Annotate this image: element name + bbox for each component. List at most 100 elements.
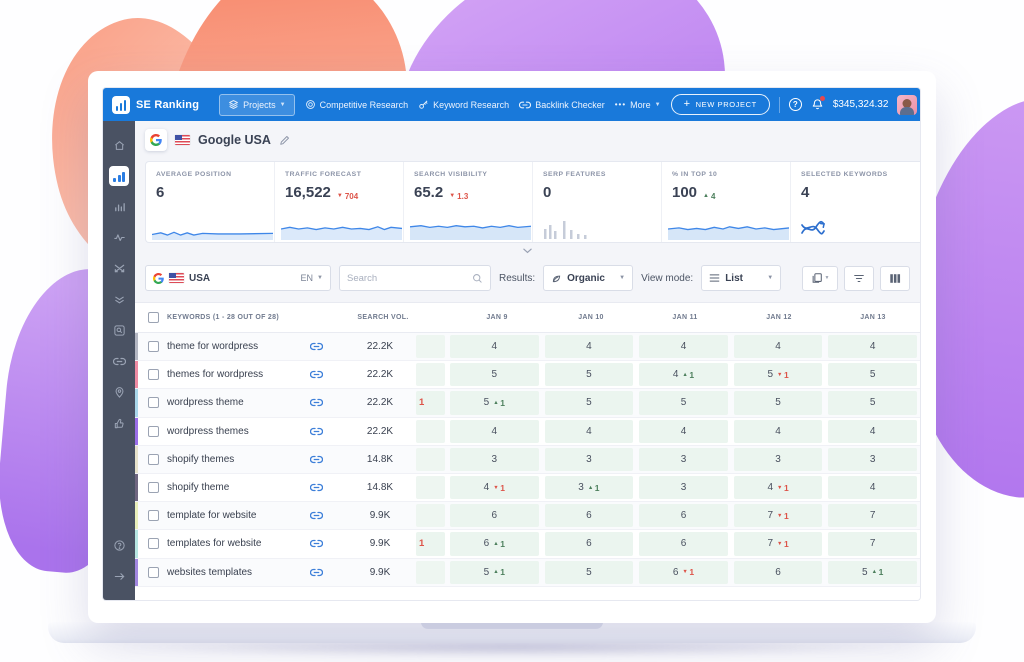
target-url-link-icon[interactable] bbox=[310, 427, 323, 436]
position-cell-truncated bbox=[416, 335, 445, 359]
sidebar-help-icon[interactable] bbox=[111, 538, 127, 554]
sidebar-item-monitoring[interactable] bbox=[111, 230, 127, 246]
table-row: shopify theme 14.8K 4 ▼ 1 3 ▲ 1 3 4 ▼ 1 4 bbox=[135, 473, 920, 503]
brand-name: SE Ranking bbox=[136, 98, 200, 111]
arrow-up-icon: ▲ bbox=[871, 569, 878, 576]
sidebar-item-competitors[interactable] bbox=[111, 261, 127, 277]
position-value: 6 bbox=[680, 538, 687, 550]
row-checkbox[interactable] bbox=[148, 538, 159, 550]
filter-button[interactable] bbox=[844, 265, 874, 291]
row-checkbox[interactable] bbox=[148, 566, 159, 578]
row-checkbox[interactable] bbox=[148, 482, 159, 494]
keyword-text[interactable]: shopify themes bbox=[167, 454, 234, 465]
keyword-text[interactable]: themes for wordpress bbox=[167, 369, 263, 380]
row-checkbox[interactable] bbox=[148, 453, 159, 465]
select-all-checkbox[interactable] bbox=[148, 312, 159, 323]
position-cell: 5 bbox=[733, 391, 823, 415]
target-url-link-icon[interactable] bbox=[310, 370, 323, 379]
position-cell: 4 ▲ 1 bbox=[639, 363, 728, 387]
target-url-link-icon[interactable] bbox=[310, 568, 323, 577]
position-change: ▼ 1 bbox=[777, 510, 789, 521]
search-engine-selector[interactable]: USA EN ▼ bbox=[145, 265, 331, 291]
position-value: 3 bbox=[869, 453, 876, 465]
laptop-notch bbox=[421, 622, 603, 629]
results-type-select[interactable]: Organic ▼ bbox=[543, 265, 634, 291]
edit-pencil-icon[interactable] bbox=[279, 135, 290, 146]
laptop-screen: SE Ranking Projects ▼ Competitive Resear… bbox=[88, 71, 936, 623]
keyword-text[interactable]: wordpress themes bbox=[167, 426, 249, 437]
sidebar-item-analytics[interactable] bbox=[111, 199, 127, 215]
stat-average-position: AVERAGE POSITION 6 bbox=[146, 162, 275, 242]
position-cell: 4 bbox=[733, 419, 823, 443]
sidebar-item-audit[interactable] bbox=[111, 323, 127, 339]
sidebar-item-flow[interactable] bbox=[111, 292, 127, 308]
view-mode-select[interactable]: List ▼ bbox=[701, 265, 782, 291]
columns-button[interactable] bbox=[880, 265, 910, 291]
position-value: 6 bbox=[775, 566, 781, 578]
notifications-bell-icon[interactable] bbox=[811, 96, 825, 111]
keyword-text[interactable]: templates for website bbox=[167, 538, 262, 549]
brand-block[interactable]: SE Ranking bbox=[112, 95, 209, 114]
position-change: ▲ 1 bbox=[682, 369, 695, 380]
row-checkbox[interactable] bbox=[148, 341, 159, 353]
position-cell: 7 ▼ 1 bbox=[733, 504, 823, 528]
position-cell: 5 bbox=[544, 363, 634, 387]
project-header: Google USA bbox=[135, 121, 920, 159]
target-url-link-icon[interactable] bbox=[310, 455, 323, 464]
sidebar-collapse-arrow-icon[interactable] bbox=[111, 569, 127, 585]
help-icon[interactable]: ? bbox=[788, 98, 802, 111]
row-checkbox[interactable] bbox=[148, 425, 159, 437]
target-url-link-icon[interactable] bbox=[310, 539, 323, 548]
keyword-text[interactable]: template for website bbox=[167, 510, 257, 521]
nav-item-competitive-research[interactable]: Competitive Research bbox=[305, 99, 409, 110]
row-checkbox[interactable] bbox=[148, 510, 159, 522]
account-balance[interactable]: $345,324.32 bbox=[833, 99, 889, 110]
stat-value: 16,522 bbox=[285, 184, 331, 201]
arrow-down-icon: ▼ bbox=[777, 512, 783, 519]
keyword-text[interactable]: theme for wordpress bbox=[167, 341, 258, 352]
nav-item-label: More bbox=[630, 99, 651, 110]
search-input[interactable] bbox=[347, 272, 468, 284]
export-copy-button[interactable]: ▼ bbox=[802, 265, 838, 291]
position-cell: 3 bbox=[733, 447, 823, 471]
target-url-link-icon[interactable] bbox=[310, 511, 323, 520]
target-url-link-icon[interactable] bbox=[310, 398, 323, 407]
sidebar-item-locations[interactable] bbox=[111, 385, 127, 401]
position-cell: 3 ▲ 1 bbox=[544, 475, 634, 500]
position-cell: 4 bbox=[544, 335, 634, 359]
row-checkbox[interactable] bbox=[148, 397, 159, 409]
position-value: 6 bbox=[491, 510, 498, 522]
notification-dot bbox=[819, 96, 825, 101]
user-avatar[interactable] bbox=[897, 94, 918, 115]
nav-item-more[interactable]: ••• More ▼ bbox=[615, 100, 661, 110]
target-url-link-icon[interactable] bbox=[310, 342, 323, 351]
row-checkbox[interactable] bbox=[148, 369, 159, 381]
dots-icon: ••• bbox=[614, 100, 627, 109]
new-project-button[interactable]: + NEW PROJECT bbox=[670, 94, 770, 115]
sidebar-item-rankings[interactable] bbox=[109, 166, 129, 186]
sidebar-item-social[interactable] bbox=[111, 416, 127, 432]
app-window: SE Ranking Projects ▼ Competitive Resear… bbox=[103, 88, 920, 600]
keyword-text[interactable]: wordpress theme bbox=[167, 397, 244, 408]
keyword-text[interactable]: websites templates bbox=[167, 567, 252, 578]
target-url-link-icon[interactable] bbox=[310, 483, 323, 492]
nav-item-backlink-checker[interactable]: Backlink Checker bbox=[519, 100, 605, 110]
position-value: 4 bbox=[767, 482, 774, 494]
position-value: 4 bbox=[775, 341, 781, 353]
arrow-up-icon: ▲ bbox=[493, 569, 499, 576]
keyword-text[interactable]: shopify theme bbox=[167, 482, 229, 493]
position-change: ▼ 1 bbox=[493, 482, 505, 493]
position-change: ▲ 1 bbox=[587, 482, 600, 493]
nav-item-label: Competitive Research bbox=[319, 99, 409, 110]
date-header: JAN 12 bbox=[766, 314, 792, 321]
sidebar-item-home[interactable] bbox=[111, 138, 127, 154]
position-value: 4 bbox=[483, 482, 490, 494]
main-content: Google USA AVERAGE POSITION 6 TRAFFIC FO… bbox=[135, 121, 920, 600]
position-value: 6 bbox=[586, 538, 592, 550]
stat-label: SELECTED KEYWORDS bbox=[801, 171, 888, 178]
nav-item-keyword-research[interactable]: Keyword Research bbox=[418, 99, 509, 110]
nav-item-projects[interactable]: Projects ▼ bbox=[219, 93, 295, 116]
language-selector[interactable]: EN ▼ bbox=[301, 273, 323, 283]
sidebar-item-backlinks[interactable] bbox=[111, 354, 127, 370]
stats-collapse-chevron[interactable] bbox=[135, 243, 920, 258]
